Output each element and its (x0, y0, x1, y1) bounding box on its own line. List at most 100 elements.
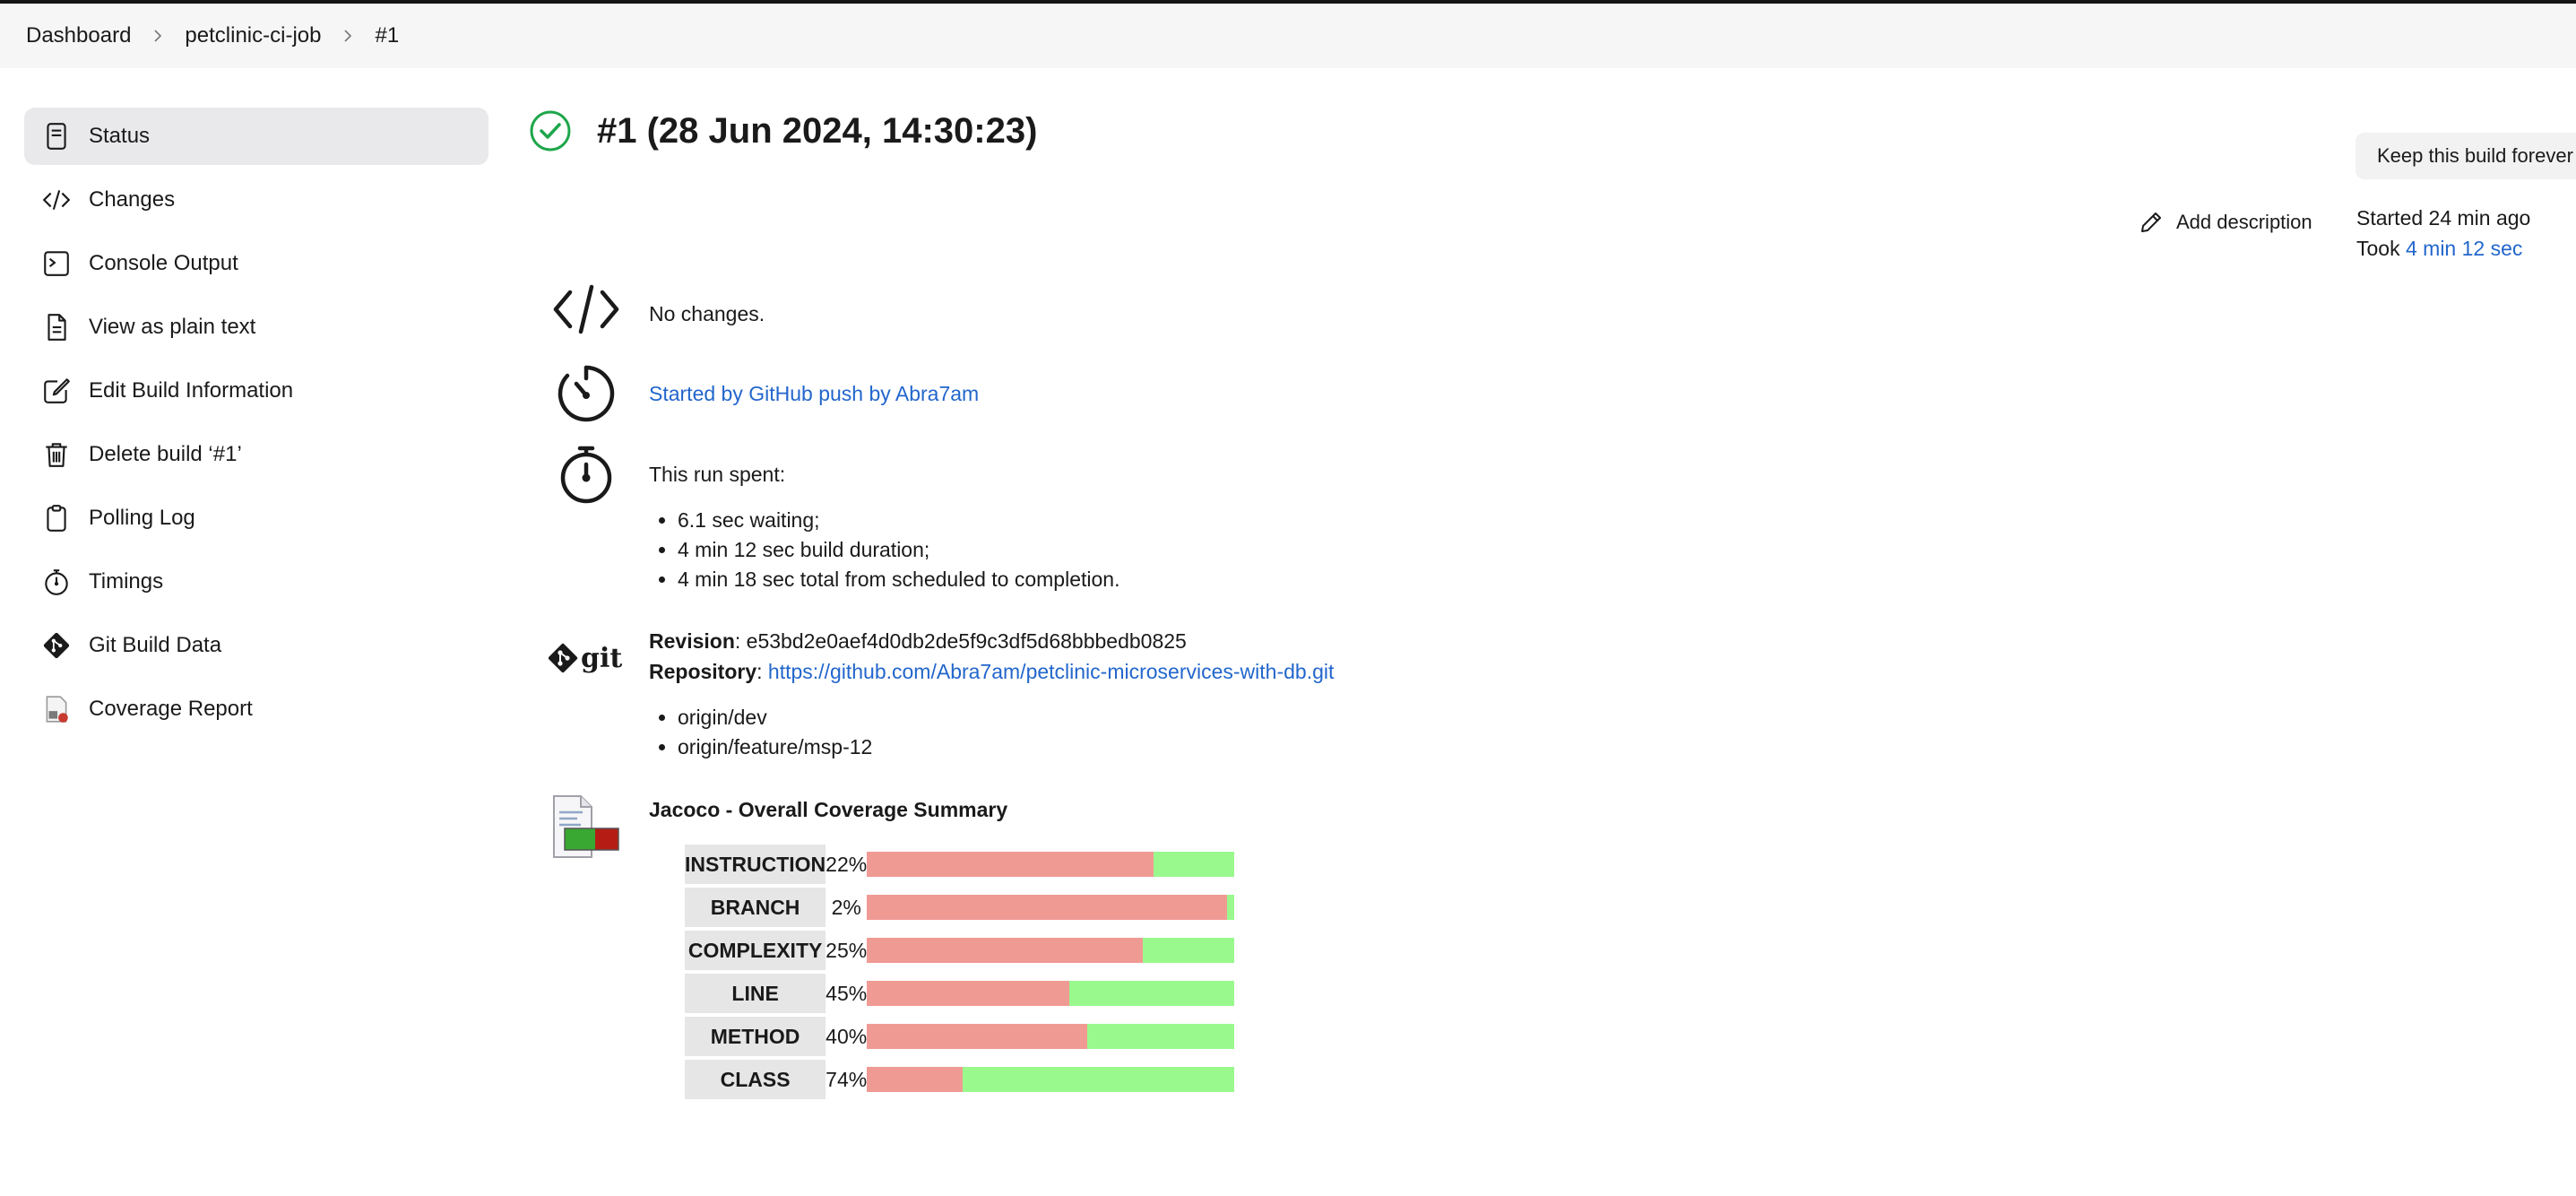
coverage-row: INSTRUCTION 22% (685, 845, 1235, 884)
git-logo-icon: git (549, 640, 624, 680)
code-icon (24, 185, 89, 215)
coverage-percent: 2% (831, 895, 861, 919)
took-prefix: Took (2356, 237, 2406, 260)
code-icon (549, 283, 624, 335)
coverage-metric-name: METHOD (685, 1017, 826, 1056)
coverage-percent: 74% (826, 1067, 868, 1091)
sidebar-item-delete-build[interactable]: Delete build ‘#1’ (24, 426, 488, 483)
coverage-bar-cell (867, 888, 1235, 927)
coverage-percent: 22% (826, 852, 868, 876)
git-details: Revision: e53bd2e0aef4d0db2de5f9c3df5d68… (649, 626, 1334, 762)
took-duration-link[interactable]: 4 min 12 sec (2406, 237, 2522, 260)
list-item: origin/feature/msp-12 (678, 732, 1334, 762)
coverage-bar-missed (867, 981, 1069, 1006)
pencil-icon (2141, 212, 2161, 232)
coverage-bar-cell (867, 931, 1235, 970)
revision-hash: e53bd2e0aef4d0db2de5f9c3df5d68bbbedb0825 (746, 629, 1187, 653)
coverage-metric-name: LINE (685, 974, 826, 1013)
revision-label: Revision (649, 629, 735, 653)
add-description-label: Add description (2176, 211, 2312, 233)
breadcrumb-dashboard[interactable]: Dashboard (26, 23, 131, 48)
revision-line: Revision: e53bd2e0aef4d0db2de5f9c3df5d68… (649, 629, 1187, 653)
coverage-bar (867, 981, 1235, 1006)
stopwatch-icon (24, 567, 89, 597)
coverage-bar (867, 895, 1235, 920)
coverage-bar-missed (867, 852, 1154, 877)
coverage-title: Jacoco - Overall Coverage Summary (649, 798, 1008, 821)
list-item: 4 min 18 sec total from scheduled to com… (678, 565, 1119, 594)
breadcrumb-build[interactable]: #1 (375, 23, 399, 48)
coverage-bar-cell (867, 974, 1235, 1013)
coverage-bar-cell (867, 1060, 1235, 1099)
coverage-metric-name: CLASS (685, 1060, 826, 1099)
repository-link[interactable]: https://github.com/Abra7am/petclinic-mic… (768, 660, 1334, 683)
repository-label: Repository (649, 660, 757, 683)
sidebar: Status Changes Console Output View as pl… (24, 108, 488, 744)
coverage-row: COMPLEXITY 25% (685, 931, 1235, 970)
coverage-percent: 25% (826, 938, 868, 962)
sidebar-item-timings[interactable]: Timings (24, 553, 488, 611)
coverage-report-icon (24, 694, 89, 724)
sidebar-item-status[interactable]: Status (24, 108, 488, 165)
success-check-icon (530, 110, 571, 152)
coverage-percent: 45% (826, 981, 868, 1005)
terminal-icon (24, 248, 89, 279)
git-icon (24, 630, 89, 661)
timing-list: 6.1 sec waiting; 4 min 12 sec build dura… (678, 506, 1119, 594)
coverage-percent: 40% (826, 1024, 868, 1048)
list-item: 4 min 12 sec build duration; (678, 535, 1119, 565)
sidebar-item-plain-text[interactable]: View as plain text (24, 299, 488, 356)
coverage-metric-name: COMPLEXITY (685, 931, 826, 970)
started-by-link[interactable]: Started by GitHub push by Abra7am (649, 378, 979, 409)
add-description-button[interactable]: Add description (2139, 210, 2312, 235)
list-item: 6.1 sec waiting; (678, 506, 1119, 535)
coverage-row: BRANCH 2% (685, 888, 1235, 927)
sidebar-item-label: Delete build ‘#1’ (89, 442, 242, 466)
breadcrumb: Dashboard petclinic-ci-job #1 (0, 4, 2576, 68)
coverage-bar (867, 1067, 1235, 1092)
sidebar-item-label: Polling Log (89, 506, 195, 530)
keep-build-forever-button[interactable]: Keep this build forever (2356, 133, 2576, 179)
repository-line: Repository: https://github.com/Abra7am/p… (649, 660, 1335, 683)
no-changes-text: No changes. (649, 302, 765, 325)
build-header: #1 (28 Jun 2024, 14:30:23) (529, 109, 1037, 152)
coverage-row: LINE 45% (685, 974, 1235, 1013)
branch-list: origin/dev origin/feature/msp-12 (678, 703, 1334, 762)
coverage-bar-cell (867, 845, 1235, 884)
build-meta: Started 24 min ago Took 4 min 12 sec (2356, 203, 2530, 264)
git-logo-text: git (581, 643, 622, 674)
sidebar-item-git-build-data[interactable]: Git Build Data (24, 617, 488, 674)
sidebar-item-changes[interactable]: Changes (24, 171, 488, 229)
coverage-bar-missed (867, 1024, 1088, 1049)
coverage-bar (867, 938, 1235, 963)
sidebar-item-console-output[interactable]: Console Output (24, 235, 488, 292)
chevron-right-icon (321, 29, 375, 43)
coverage-bar-missed (867, 938, 1143, 963)
sidebar-item-edit-build-information[interactable]: Edit Build Information (24, 362, 488, 420)
took-text: Took 4 min 12 sec (2356, 233, 2530, 264)
sidebar-item-label: Git Build Data (89, 633, 222, 657)
stopwatch-icon (549, 445, 624, 504)
sidebar-item-coverage-report[interactable]: Coverage Report (24, 680, 488, 738)
page-title: #1 (28 Jun 2024, 14:30:23) (597, 110, 1038, 151)
breadcrumb-job[interactable]: petclinic-ci-job (185, 23, 321, 48)
coverage-bar-cell (867, 1017, 1235, 1056)
coverage-bar-missed (867, 895, 1228, 920)
clipboard-icon (24, 503, 89, 533)
coverage-bar (867, 852, 1235, 877)
coverage-content: Jacoco - Overall Coverage Summary (649, 794, 1007, 825)
sidebar-item-label: Console Output (89, 251, 238, 275)
timer-icon (549, 364, 624, 423)
sidebar-item-polling-log[interactable]: Polling Log (24, 490, 488, 547)
sidebar-item-label: Changes (89, 187, 176, 212)
sidebar-item-label: View as plain text (89, 315, 256, 339)
sidebar-item-label: Timings (89, 569, 164, 594)
started-text: Started 24 min ago (2356, 206, 2531, 230)
coverage-metric-name: BRANCH (685, 888, 826, 927)
timing-text: This run spent: 6.1 sec waiting; 4 min 1… (649, 459, 1119, 594)
timing-heading: This run spent: (649, 463, 786, 486)
sidebar-item-label: Edit Build Information (89, 378, 294, 403)
status-icon (24, 121, 89, 152)
document-icon (24, 312, 89, 342)
chevron-right-icon (131, 29, 185, 43)
